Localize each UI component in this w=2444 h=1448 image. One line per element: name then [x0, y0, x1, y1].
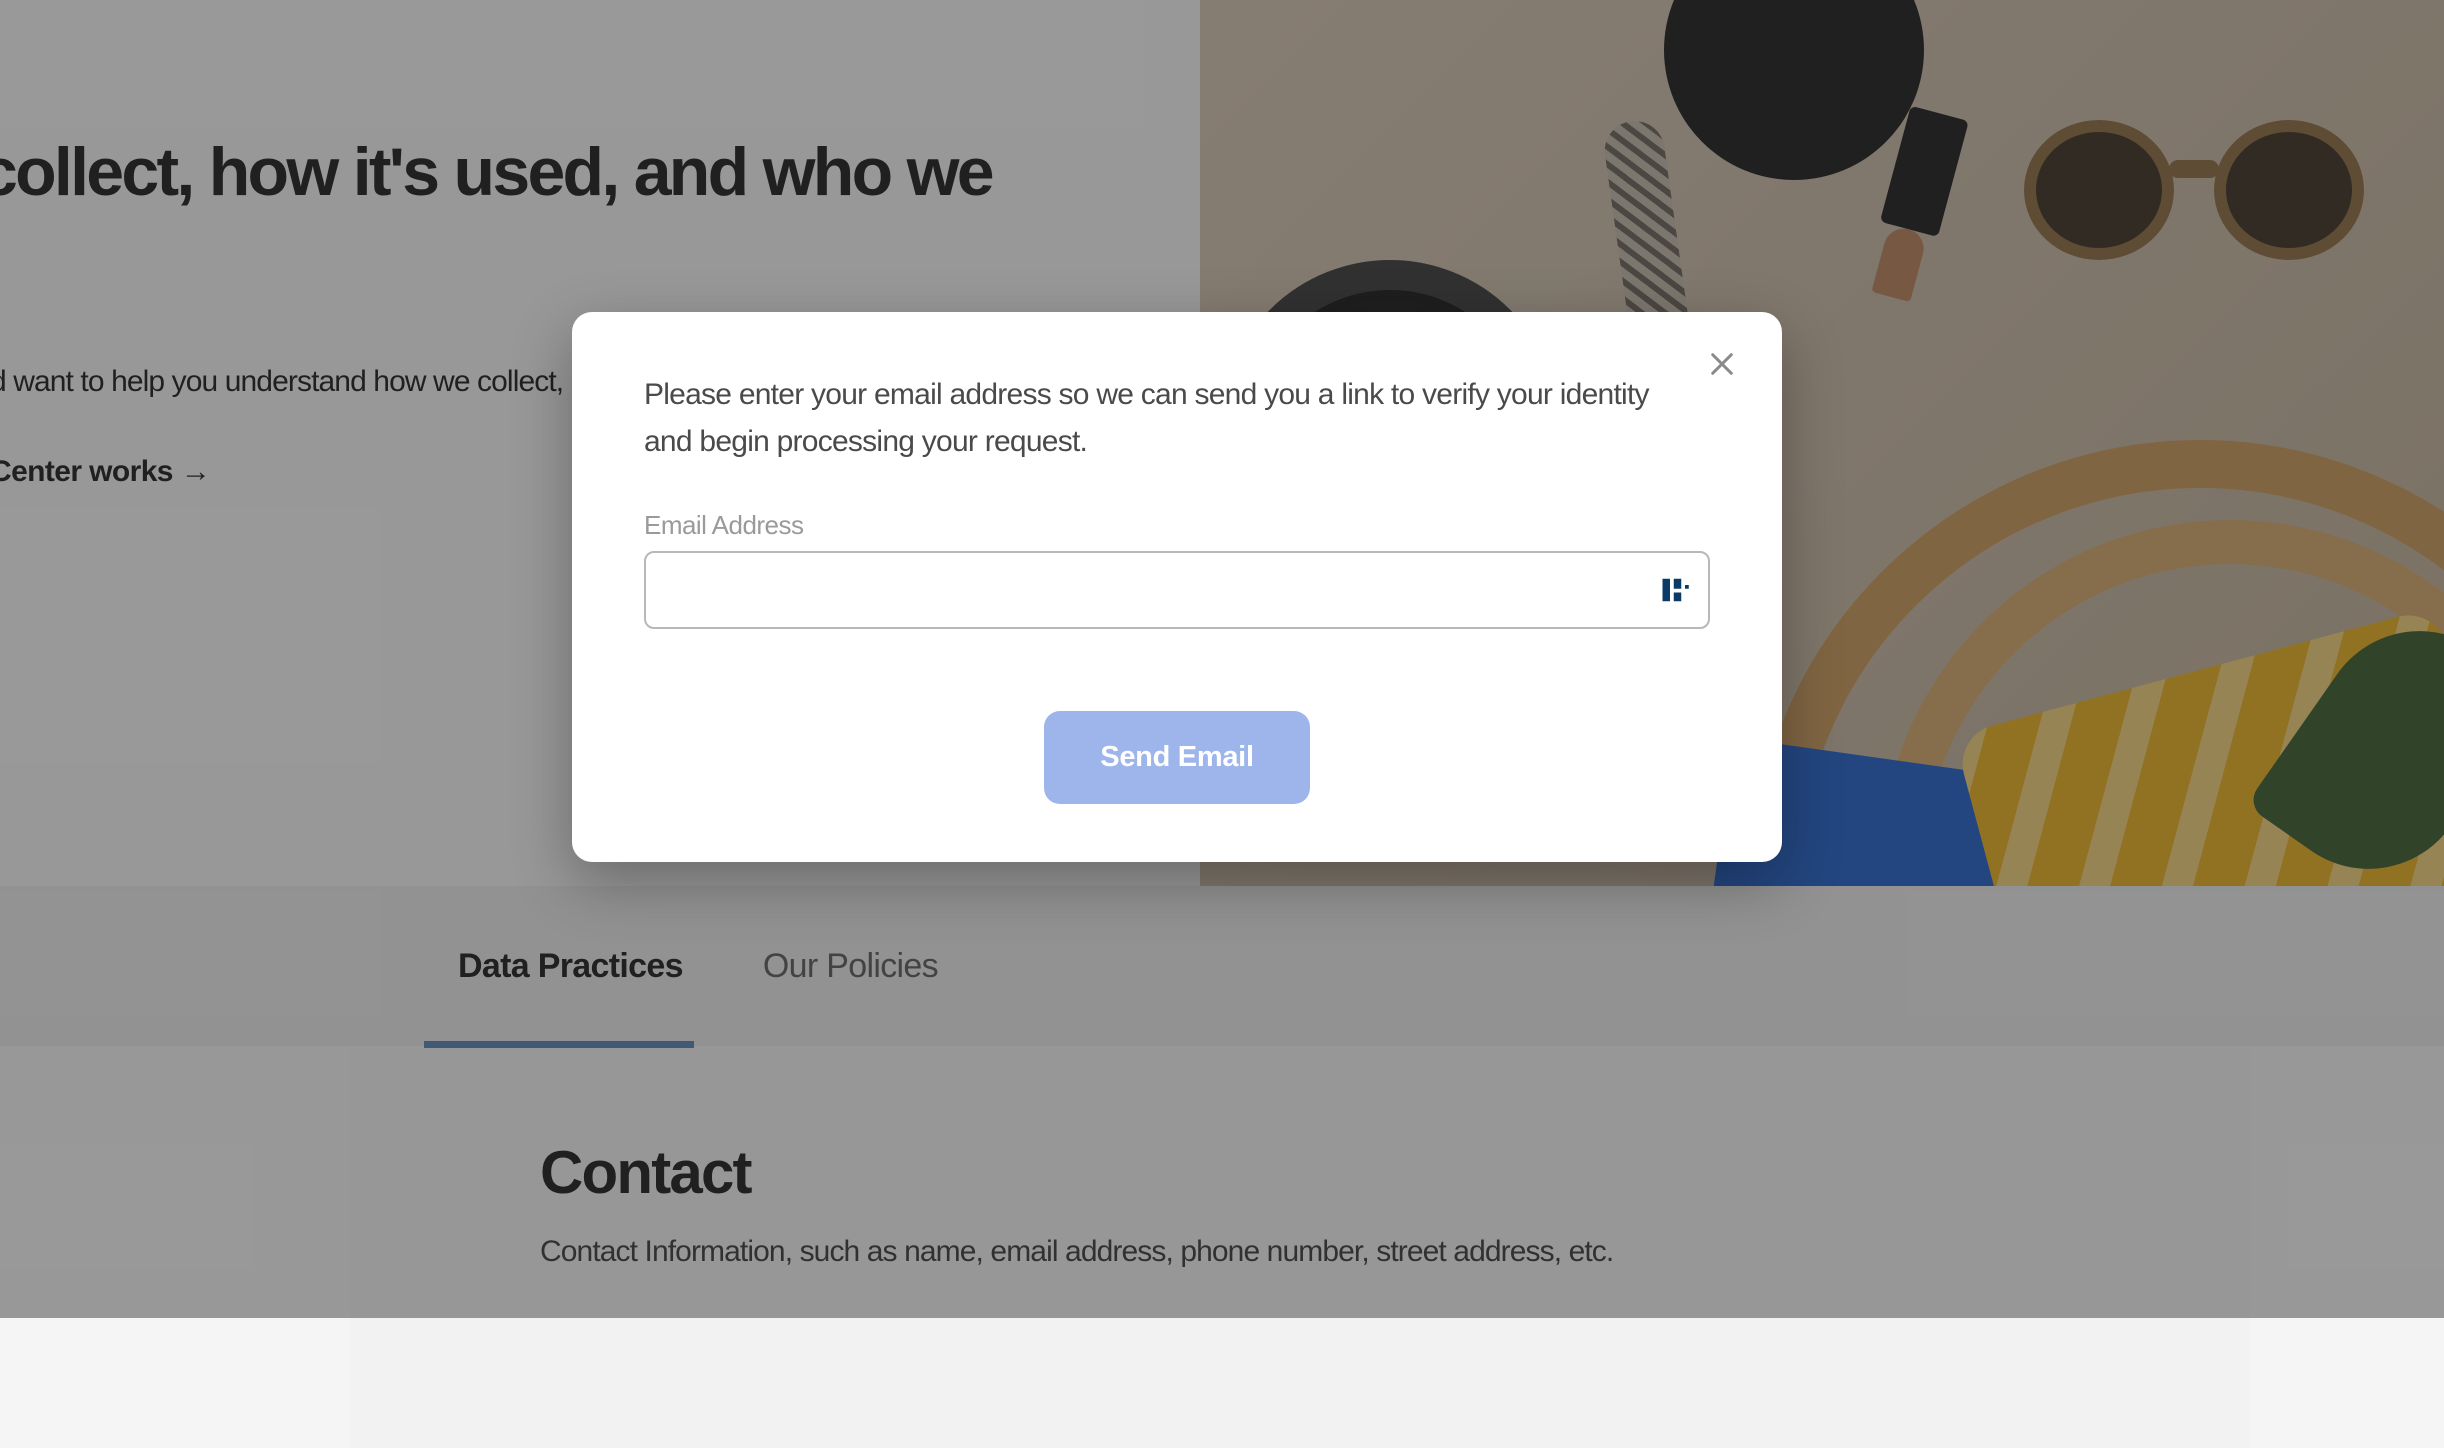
modal-instruction-text: Please enter your email address so we ca…	[644, 372, 1710, 465]
email-verification-modal: Please enter your email address so we ca…	[572, 312, 1782, 862]
close-icon	[1708, 350, 1736, 378]
password-manager-icon[interactable]	[1660, 575, 1690, 605]
email-field-label: Email Address	[644, 510, 1710, 541]
email-input-wrapper	[644, 551, 1710, 629]
email-input[interactable]	[644, 551, 1710, 629]
send-email-button[interactable]: Send Email	[1044, 711, 1309, 804]
close-button[interactable]	[1702, 344, 1742, 384]
modal-actions: Send Email	[644, 711, 1710, 804]
